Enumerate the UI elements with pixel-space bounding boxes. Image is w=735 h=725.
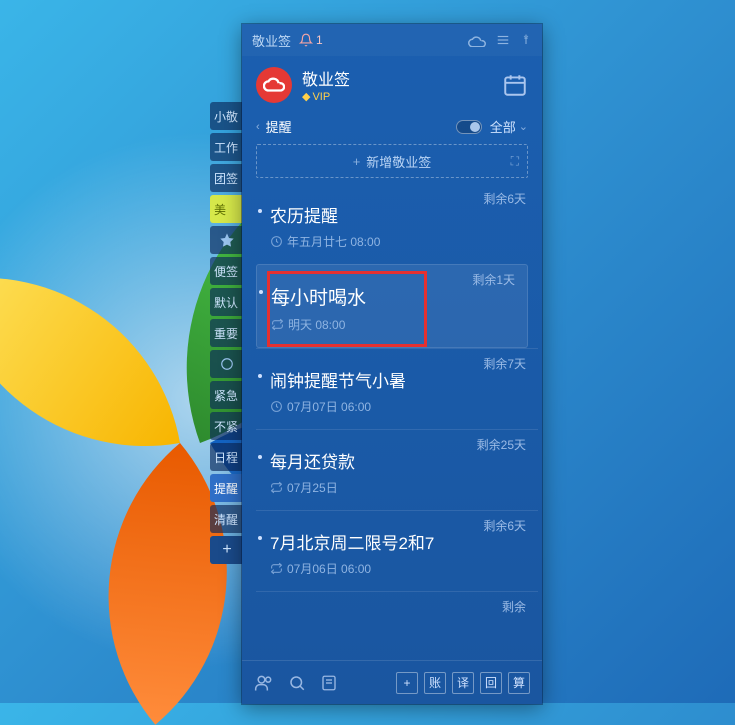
remaining-days: 剩余 [502, 598, 526, 615]
header-title: 敬业签 [302, 66, 350, 90]
toolbar-button[interactable]: + [396, 672, 418, 694]
reminder-item[interactable]: 剩余1天每小时喝水明天 08:00 [256, 264, 528, 348]
bullet-icon [258, 209, 262, 213]
sidebar-tab[interactable]: 提醒 [210, 474, 244, 502]
reminder-item[interactable]: 剩余25天每月还贷款07月25日 [256, 429, 538, 510]
tab-row: ‹ 提醒 全部 ⌄ [242, 113, 542, 144]
sidebar-tab[interactable]: 重要 [210, 319, 244, 347]
reminder-item[interactable]: 剩余7天闹钟提醒节气小暑07月07日 06:00 [256, 348, 538, 429]
filter-toggle[interactable] [456, 120, 482, 134]
sidebar-tab[interactable]: 不紧 [210, 412, 244, 440]
filter-all-button[interactable]: 全部 ⌄ [490, 117, 528, 136]
toolbar-button[interactable]: 回 [480, 672, 502, 694]
repeat-icon [271, 318, 284, 331]
bullet-icon [258, 374, 262, 378]
reminder-list: 剩余6天农历提醒年五月廿七 08:00剩余1天每小时喝水明天 08:00剩余7天… [242, 184, 542, 660]
contacts-icon[interactable] [254, 673, 274, 693]
add-note-button[interactable]: + 新增敬业签 ⛶ [256, 144, 528, 178]
bullet-icon [258, 536, 262, 540]
remaining-days: 剩余7天 [483, 355, 526, 372]
bullet-icon [258, 455, 262, 459]
sidebar-tab[interactable] [210, 226, 244, 254]
sidebar-tab[interactable]: 默认 [210, 288, 244, 316]
sidebar-tab[interactable]: 紧急 [210, 381, 244, 409]
bullet-icon [259, 290, 263, 294]
remaining-days: 剩余6天 [483, 190, 526, 207]
app-logo [256, 67, 292, 103]
sidebar-tab[interactable]: 日程 [210, 443, 244, 471]
chevron-left-icon[interactable]: ‹ [256, 121, 260, 133]
category-sidebar: 小敬工作团签美便签默认重要紧急不紧日程提醒清醒 + [210, 102, 244, 564]
clock-icon [270, 235, 283, 248]
remaining-days: 剩余25天 [477, 436, 526, 453]
sidebar-tab[interactable]: 美 [210, 195, 244, 223]
remaining-days: 剩余6天 [483, 517, 526, 534]
app-window: 敬业签 1 敬业签 ◆VIP [242, 24, 542, 704]
reminder-time: 年五月廿七 08:00 [270, 233, 528, 250]
sidebar-add-button[interactable]: + [210, 536, 244, 564]
vip-badge: ◆VIP [302, 90, 350, 103]
chevron-down-icon: ⌄ [519, 120, 528, 133]
search-icon[interactable] [288, 674, 306, 692]
notification-count: 1 [316, 33, 323, 47]
bottom-toolbar: + 账译回算 [242, 660, 542, 704]
toolbar-button[interactable]: 译 [452, 672, 474, 694]
reminder-time: 明天 08:00 [271, 316, 517, 333]
reminder-time: 07月06日 06:00 [270, 560, 528, 577]
sidebar-tab[interactable]: 便签 [210, 257, 244, 285]
sidebar-tab[interactable]: 清醒 [210, 505, 244, 533]
app-header: 敬业签 ◆VIP [242, 56, 542, 113]
cloud-sync-icon[interactable] [468, 33, 486, 47]
repeat-icon [270, 481, 283, 494]
current-tab-label[interactable]: 提醒 [266, 117, 292, 136]
calendar-icon[interactable] [502, 72, 528, 98]
remaining-days: 剩余1天 [472, 271, 515, 288]
titlebar-appname: 敬业签 [252, 31, 291, 50]
notes-icon[interactable] [320, 674, 338, 692]
reminder-time: 07月07日 06:00 [270, 398, 528, 415]
notification-icon[interactable]: 1 [299, 33, 323, 47]
add-note-label: 新增敬业签 [366, 152, 431, 171]
repeat-icon [270, 562, 283, 575]
toolbar-button[interactable]: 算 [508, 672, 530, 694]
clock-icon [270, 400, 283, 413]
menu-icon[interactable] [496, 33, 510, 47]
reminder-item[interactable]: 剩余6天7月北京周二限号2和707月06日 06:00 [256, 510, 538, 591]
expand-icon[interactable]: ⛶ [511, 154, 519, 169]
reminder-time: 07月25日 [270, 479, 528, 496]
reminder-item[interactable]: 剩余6天农历提醒年五月廿七 08:00 [256, 184, 538, 264]
sidebar-tab[interactable]: 团签 [210, 164, 244, 192]
titlebar: 敬业签 1 [242, 24, 542, 56]
toolbar-button[interactable]: 账 [424, 672, 446, 694]
sidebar-tab[interactable]: 小敬 [210, 102, 244, 130]
sidebar-tab[interactable] [210, 350, 244, 378]
sidebar-tab[interactable]: 工作 [210, 133, 244, 161]
pin-icon[interactable] [520, 33, 532, 47]
